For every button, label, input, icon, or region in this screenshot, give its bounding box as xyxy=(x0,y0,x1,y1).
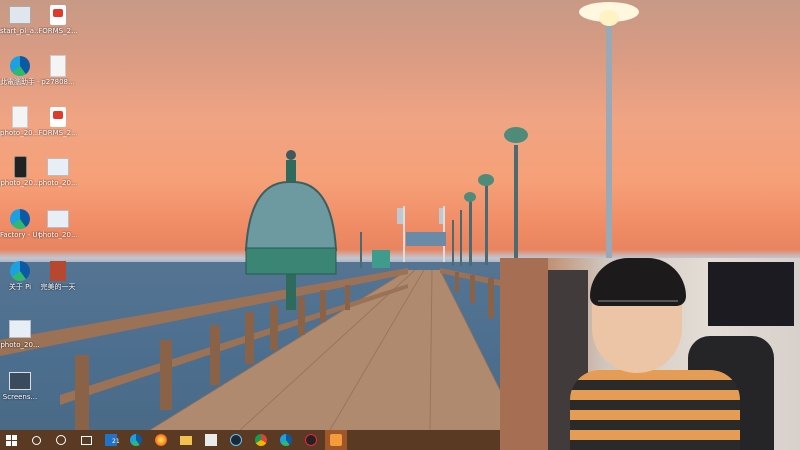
task-view-icon xyxy=(80,435,92,445)
obs-taskbar-button[interactable] xyxy=(300,430,322,450)
steam-icon xyxy=(230,434,242,446)
pdf-icon xyxy=(50,107,66,127)
chrome-taskbar-button[interactable] xyxy=(250,430,272,450)
cortana-icon xyxy=(56,435,66,445)
app-icon xyxy=(330,434,342,446)
desktop-icon-label: 此電腦助手 - 私文件目... xyxy=(0,78,40,86)
webcam-overlay xyxy=(500,258,800,450)
edge-taskbar-button[interactable] xyxy=(275,430,297,450)
steam-taskbar-button[interactable] xyxy=(225,430,247,450)
desktop-icon-edge-shortcut[interactable]: Factory - UCLA - Ro... xyxy=(0,208,40,239)
phone-icon xyxy=(13,156,27,178)
mail-button[interactable]: 21 xyxy=(100,430,122,450)
chrome-icon xyxy=(255,434,267,446)
firefox-taskbar-button[interactable] xyxy=(150,430,172,450)
desktop-icon-photo[interactable]: photo_20... xyxy=(38,208,78,239)
desktop-icon-edge-shortcut[interactable]: 关于 Pi xyxy=(0,260,40,291)
image-icon xyxy=(47,158,69,176)
desktop-icon-label: photo_20... xyxy=(0,341,40,349)
edge-taskbar-button[interactable] xyxy=(125,430,147,450)
desktop-icon-label: FORMS_2... xyxy=(38,129,78,137)
task-view-button[interactable] xyxy=(75,430,97,450)
desktop-icon-book[interactable]: 完美的一天 xyxy=(38,260,78,291)
desktop-icon-pdf[interactable]: FORMS_2... xyxy=(38,106,78,137)
desktop-icon-label: start_pl_a... xyxy=(0,27,40,35)
file-explorer-taskbar-button[interactable] xyxy=(175,430,197,450)
desktop-icon-photo[interactable]: photo_20... (2).jpg xyxy=(0,106,40,137)
pier-booth xyxy=(372,250,390,268)
desktop-icon-label: photo_20... xyxy=(0,179,40,187)
pier-sign xyxy=(406,232,446,246)
desktop-icon-label: p27808... xyxy=(41,78,75,86)
book-icon xyxy=(50,261,66,281)
desktop-icon-label: Factory - UCLA - Ro... xyxy=(0,231,40,239)
desktop-icon-label: photo_20... xyxy=(38,231,78,239)
thumbnail-icon xyxy=(9,372,31,390)
start-button[interactable] xyxy=(0,430,22,450)
search-button[interactable] xyxy=(25,430,47,450)
desktop-icon-photo[interactable]: photo_20... xyxy=(0,318,40,349)
edge-icon xyxy=(10,209,30,229)
windows-start-icon xyxy=(5,434,17,446)
desktop-icon-link[interactable]: start_pl_a... xyxy=(0,4,40,35)
webcam-poster xyxy=(708,262,794,326)
active-app-taskbar-button[interactable] xyxy=(325,430,347,450)
desktop-icon-photo[interactable]: photo_20... xyxy=(38,156,78,187)
link-icon xyxy=(9,6,31,24)
edge-icon xyxy=(10,261,30,281)
desktop-icon-edge-shortcut[interactable]: 此電腦助手 - 私文件目... xyxy=(0,55,40,86)
file-icon xyxy=(50,55,66,77)
search-icon xyxy=(31,435,41,445)
desktop-icon-label: 关于 Pi xyxy=(8,283,32,291)
webcam-person-glasses xyxy=(598,300,678,316)
firefox-icon xyxy=(155,434,167,446)
desktop-icon-file[interactable]: p27808... xyxy=(38,55,78,86)
lamp-posts xyxy=(360,2,639,268)
file-icon xyxy=(12,106,28,128)
webcam-door xyxy=(500,258,548,450)
edge-icon xyxy=(10,56,30,76)
desktop-icons: start_pl_a... FORMS_2... 此電腦助手 - 私文件目...… xyxy=(0,0,90,420)
desktop-icon-label: FORMS_2... xyxy=(38,27,78,35)
desktop-icon-pdf[interactable]: FORMS_2... xyxy=(38,4,78,35)
store-icon xyxy=(205,434,217,446)
image-icon xyxy=(47,210,69,228)
desktop-icon-label: Screens... xyxy=(2,393,38,401)
taskbar: 21 xyxy=(0,430,500,450)
image-icon xyxy=(9,320,31,338)
store-taskbar-button[interactable] xyxy=(200,430,222,450)
mail-badge: 21 xyxy=(112,438,120,445)
desktop-icon-screenshot[interactable]: Screens... xyxy=(0,370,40,401)
desktop-icon-label: photo_20... xyxy=(38,179,78,187)
pdf-icon xyxy=(50,5,66,25)
desktop-icon-label: 完美的一天 xyxy=(40,283,76,291)
edge-icon xyxy=(130,434,142,446)
obs-icon xyxy=(305,434,317,446)
cortana-button[interactable] xyxy=(50,430,72,450)
file-explorer-icon xyxy=(180,435,192,445)
desktop-icon-label: photo_20... (2).jpg xyxy=(0,129,40,137)
edge-icon xyxy=(280,434,292,446)
desktop-icon-photo[interactable]: photo_20... xyxy=(0,156,40,187)
webcam-person-shirt xyxy=(570,370,740,450)
